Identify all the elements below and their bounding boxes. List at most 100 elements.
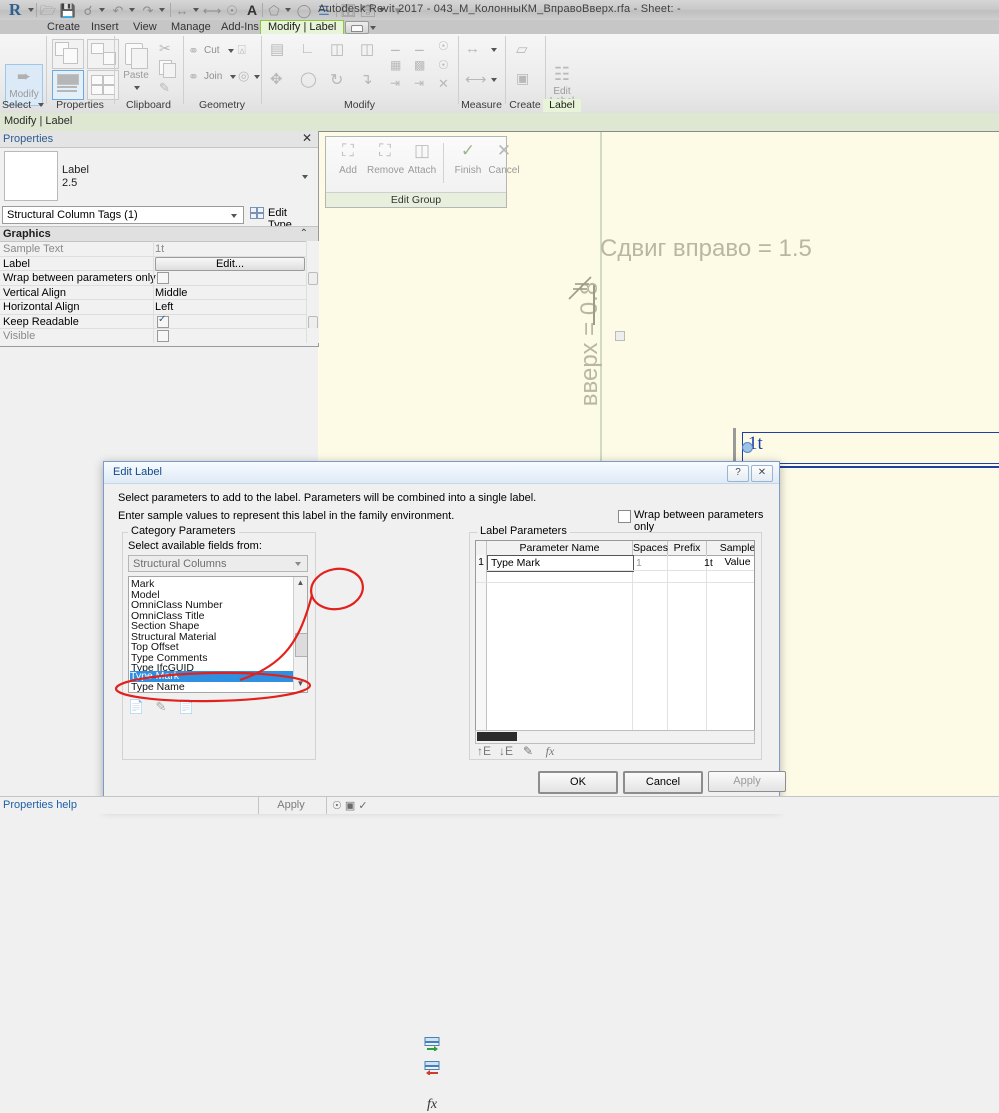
mirror-pick-axis-icon[interactable]: ◫ (330, 40, 344, 58)
tab-manage[interactable]: Manage (164, 20, 218, 34)
ribbon-options-chevron-icon[interactable] (370, 26, 376, 30)
property-row-label[interactable]: Label Edit... (0, 255, 319, 271)
list-item[interactable]: Mark (131, 579, 291, 590)
copy-icon[interactable] (159, 60, 176, 78)
3d-view-chevron-icon[interactable] (285, 8, 291, 12)
sync-icon[interactable]: ☌ (80, 2, 96, 18)
duplicate-parameter-icon[interactable]: 📄 (178, 699, 194, 715)
scroll-up-icon[interactable]: ▲ (294, 577, 307, 589)
properties-button[interactable] (52, 70, 84, 100)
edit-parameter-icon[interactable]: ✎ (153, 699, 169, 715)
open-icon[interactable]: 🗁 (40, 2, 56, 18)
list-scrollbar[interactable]: ▲ ▼ (293, 577, 307, 690)
section-icon[interactable]: ◯ (296, 2, 312, 18)
match-type-icon[interactable]: ✎ (159, 80, 170, 96)
redo-icon[interactable]: ↷ (140, 2, 156, 18)
move-icon[interactable]: ✥ (270, 70, 283, 88)
split-face-icon[interactable]: ⍓ (238, 42, 246, 58)
column-header-sample-value[interactable]: Sample Value (707, 541, 754, 568)
select-chevron-icon[interactable] (38, 103, 44, 107)
tab-insert[interactable]: Insert (84, 20, 126, 34)
redo-chevron-icon[interactable] (159, 8, 165, 12)
list-item[interactable]: URL (131, 693, 291, 694)
cancel-button[interactable]: Cancel (623, 771, 703, 794)
scrollbar-grip[interactable] (308, 315, 318, 329)
tag-selection-box[interactable] (742, 432, 999, 464)
list-item[interactable]: Type Name (131, 682, 291, 692)
wrap-between-parameters-checkbox[interactable] (157, 272, 169, 284)
rotate-icon[interactable]: ↻ (330, 70, 343, 90)
join-geometry-icon[interactable]: ⚭ (188, 69, 199, 85)
apply-button-status[interactable]: Apply (265, 798, 317, 812)
pin-icon[interactable]: ☉ (438, 58, 449, 72)
copy-move-icon[interactable]: ◯ (300, 70, 317, 88)
tab-modify-label[interactable]: Modify | Label (260, 20, 345, 34)
paste-chevron-icon[interactable] (134, 86, 140, 90)
revit-logo-icon[interactable]: R (2, 0, 28, 19)
wrap-between-parameters-checkbox[interactable] (618, 510, 631, 523)
measure-along-chevron-icon[interactable] (491, 78, 497, 82)
cut-clipboard-icon[interactable]: ✂ (159, 40, 171, 57)
column-header-spaces[interactable]: Spaces (633, 541, 668, 555)
fx-formula-icon[interactable]: fx (427, 1097, 437, 1113)
measure-between-refs-icon[interactable]: ↔ (465, 40, 480, 57)
unpin-icon[interactable]: ☉ (438, 39, 449, 53)
trim-single-icon[interactable]: ⇥ (390, 76, 400, 90)
offset-icon[interactable]: ∟ (300, 40, 315, 57)
property-row-wrap-between-parameters[interactable]: Wrap between parameters only (0, 270, 319, 286)
type-selector-chevron-icon[interactable] (302, 175, 308, 179)
cut-chevron-icon[interactable] (228, 49, 234, 53)
undo-icon[interactable]: ↶ (110, 2, 126, 18)
text-icon[interactable]: A (244, 2, 260, 18)
sync-chevron-icon[interactable] (99, 8, 105, 12)
schedule-icon[interactable]: ☰ (316, 2, 332, 18)
table-horizontal-scrollbar[interactable] (475, 730, 755, 744)
group-parameters-icon[interactable]: ✎ (519, 743, 537, 759)
aligned-dimension-icon[interactable]: ⟷ (203, 2, 222, 18)
type-properties-button[interactable] (52, 39, 84, 69)
visible-checkbox[interactable] (157, 330, 169, 342)
cell-sample-value[interactable]: 1t (704, 557, 713, 569)
switch-windows-icon[interactable]: 🗃 (360, 2, 377, 18)
close-icon[interactable]: ✕ (302, 132, 312, 145)
add-parameter-right-icon[interactable] (424, 1037, 446, 1051)
application-menu-chevron-icon[interactable] (28, 8, 34, 12)
property-row-vertical-align[interactable]: Vertical Align Middle (0, 284, 319, 300)
tag-drag-handle[interactable] (742, 442, 753, 453)
tab-create[interactable]: Create (40, 20, 87, 34)
array-icon[interactable]: ▦ (390, 58, 401, 72)
keep-readable-checkbox[interactable] (157, 314, 169, 328)
list-item[interactable]: OmniClass Number (131, 600, 291, 611)
scrollbar-button[interactable] (615, 331, 625, 341)
paste-icon[interactable] (123, 42, 149, 69)
undo-chevron-icon[interactable] (129, 8, 135, 12)
ok-button[interactable]: OK (538, 771, 618, 794)
list-item[interactable]: Section Shape (131, 621, 291, 632)
join-label[interactable]: Join (204, 71, 228, 82)
paint-chevron-icon[interactable] (254, 75, 260, 79)
dialog-title-bar[interactable]: Edit Label ? ✕ (104, 462, 779, 484)
cell-spaces[interactable]: 1 (636, 557, 642, 569)
scrollbar-thumb[interactable] (295, 633, 307, 657)
measure-along-element-icon[interactable]: ⟷ (465, 70, 487, 88)
available-fields-list[interactable]: Mark Model OmniClass Number OmniClass Ti… (128, 576, 308, 693)
create-group-icon[interactable]: ▱ (516, 40, 528, 58)
paint-icon[interactable]: ◎ (238, 68, 249, 84)
split-element-icon[interactable]: ⚊ (390, 40, 401, 54)
new-parameter-icon[interactable]: 📄 (128, 699, 144, 715)
measure-chevron-icon[interactable] (193, 8, 199, 12)
properties-help-link[interactable]: Properties help (3, 799, 77, 811)
select-dropdown-label[interactable]: Select (2, 99, 31, 112)
measure-icon[interactable]: ↔ (174, 2, 190, 18)
type-selector-combobox[interactable]: Structural Column Tags (1) (2, 206, 244, 224)
property-row-sample-text[interactable]: Sample Text 1t (0, 241, 319, 257)
tab-add-ins[interactable]: Add-Ins (214, 20, 266, 34)
help-icon[interactable]: ? (727, 465, 749, 482)
tag-icon[interactable]: ☉ (224, 2, 240, 18)
status-icons[interactable]: ☉ ▣ ✓ (332, 799, 368, 812)
trim-extend-icon[interactable]: ↴ (360, 70, 373, 88)
remove-parameter-left-icon[interactable] (424, 1061, 446, 1075)
split-with-gap-icon[interactable]: ⚊ (414, 40, 425, 54)
qat-overflow-icon[interactable]: ▾ (390, 2, 406, 18)
tab-view[interactable]: View (126, 20, 164, 34)
